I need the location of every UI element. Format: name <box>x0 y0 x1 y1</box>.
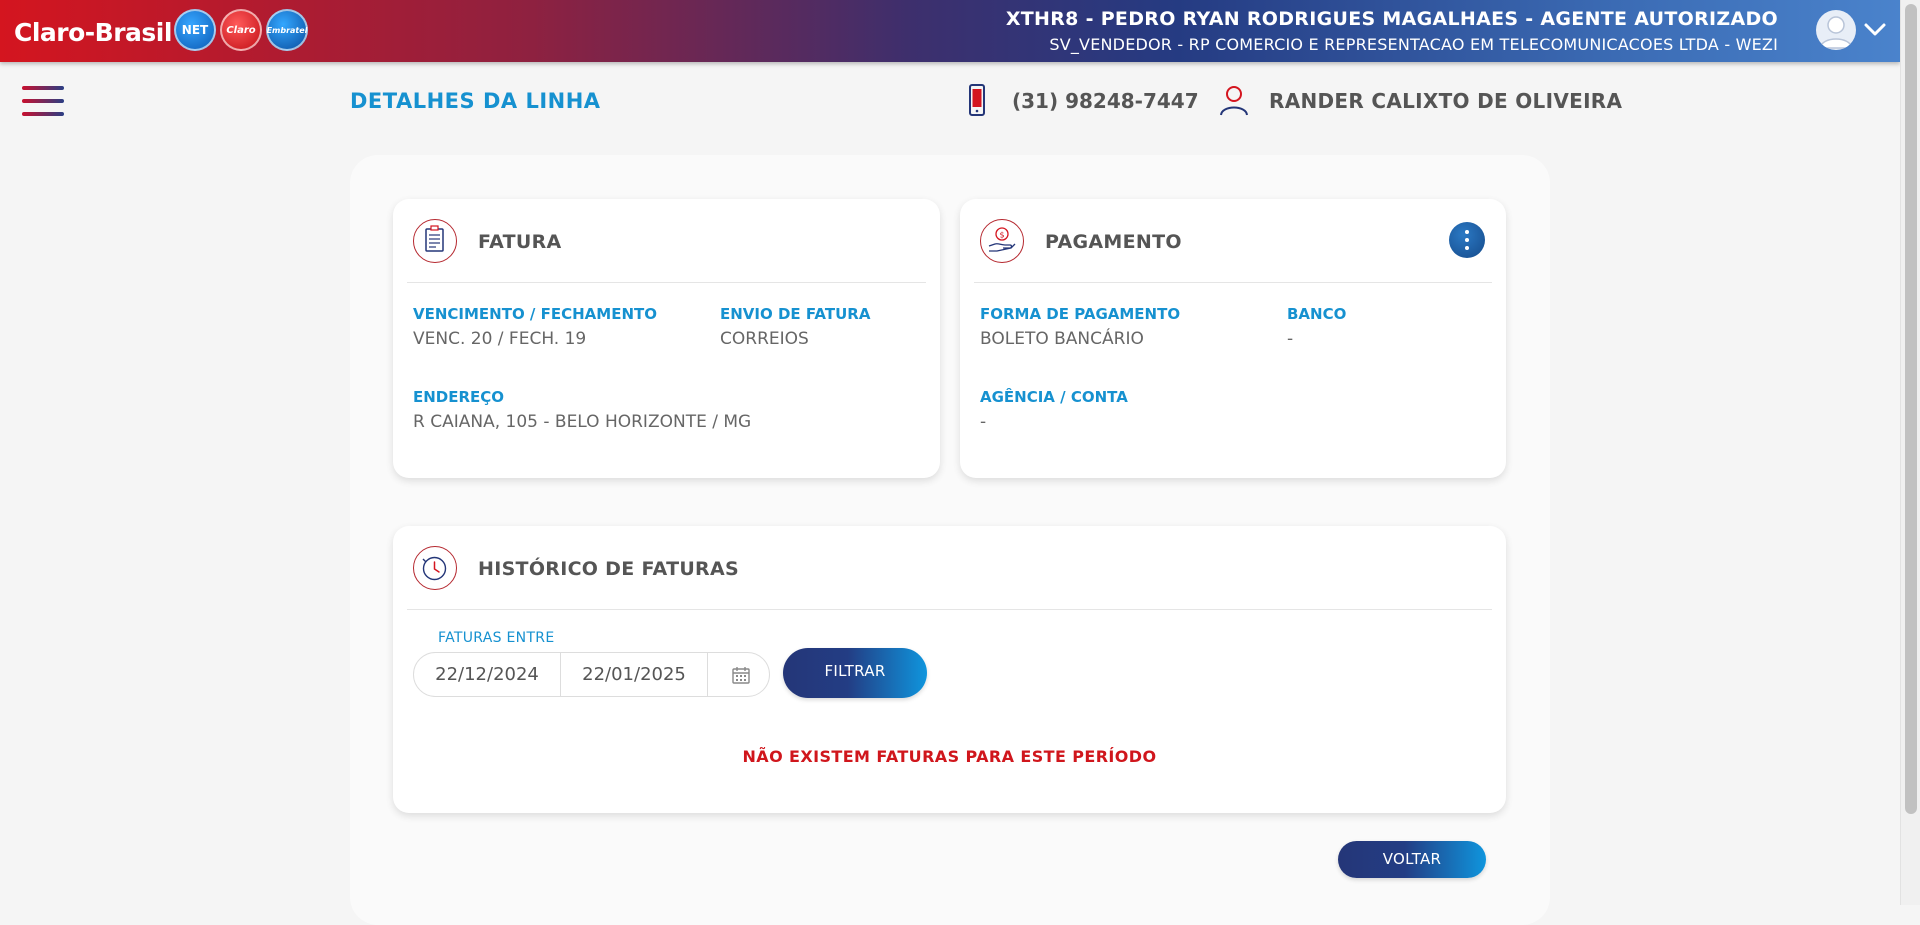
envio-fatura-value: CORREIOS <box>720 329 809 349</box>
user-avatar-icon[interactable] <box>1816 10 1856 50</box>
agent-company: SV_VENDEDOR - RP COMERCIO E REPRESENTACA… <box>1049 35 1778 54</box>
date-separator <box>707 653 708 696</box>
date-from-input[interactable] <box>414 653 560 696</box>
forma-pagamento-label: FORMA DE PAGAMENTO <box>980 305 1181 323</box>
calendar-icon[interactable] <box>732 666 750 684</box>
pagamento-card: $ PAGAMENTO FORMA DE PAGAMENTO BOLETO BA… <box>960 199 1506 478</box>
top-navigation-bar: Claro-Brasil NET Claro Embratel XTHR8 - … <box>0 0 1900 62</box>
agencia-conta-value: - <box>980 412 987 432</box>
fatura-title: FATURA <box>478 231 562 253</box>
date-to-input[interactable] <box>561 653 707 696</box>
date-range-picker <box>413 652 770 697</box>
customer-phone-number: (31) 98248-7447 <box>1012 89 1199 113</box>
mobile-phone-icon <box>969 84 985 116</box>
endereco-value: R CAIANA, 105 - BELO HORIZONTE / MG <box>413 412 752 432</box>
voltar-button[interactable]: VOLTAR <box>1338 841 1486 878</box>
hamburger-menu-icon[interactable] <box>22 86 64 120</box>
empty-invoices-message: NÃO EXISTEM FATURAS PARA ESTE PERÍODO <box>742 747 1157 766</box>
card-divider <box>974 282 1492 283</box>
svg-text:$: $ <box>999 231 1004 240</box>
scrollbar-thumb[interactable] <box>1905 4 1917 814</box>
pagamento-title: PAGAMENTO <box>1045 231 1182 253</box>
faturas-entre-label: FATURAS ENTRE <box>438 630 555 646</box>
embratel-brand-logo: Embratel <box>266 9 308 51</box>
envio-fatura-label: ENVIO DE FATURA <box>720 305 871 323</box>
agent-name: XTHR8 - PEDRO RYAN RODRIGUES MAGALHAES -… <box>1005 8 1778 30</box>
endereco-label: ENDEREÇO <box>413 388 505 406</box>
agencia-conta-label: AGÊNCIA / CONTA <box>980 388 1128 406</box>
chevron-down-icon[interactable] <box>1863 17 1887 41</box>
banco-value: - <box>1287 329 1294 349</box>
card-divider <box>407 282 926 283</box>
claro-brand-logo: Claro <box>220 9 262 51</box>
vencimento-value: VENC. 20 / FECH. 19 <box>413 329 587 349</box>
banco-label: BANCO <box>1287 305 1347 323</box>
vencimento-label: VENCIMENTO / FECHAMENTO <box>413 305 658 323</box>
filtrar-button[interactable]: FILTRAR <box>783 648 927 698</box>
page-scrollbar[interactable] <box>1900 0 1920 905</box>
payment-hand-coin-icon: $ <box>980 219 1024 263</box>
person-silhouette-icon <box>1819 16 1853 49</box>
net-brand-logo: NET <box>174 9 216 51</box>
historico-title: HISTÓRICO DE FATURAS <box>478 558 739 580</box>
history-clock-icon <box>413 546 457 590</box>
forma-pagamento-value: BOLETO BANCÁRIO <box>980 329 1144 349</box>
customer-name: RANDER CALIXTO DE OLIVEIRA <box>1269 89 1623 113</box>
invoice-icon <box>413 219 457 263</box>
payment-options-kebab-icon[interactable] <box>1449 222 1485 258</box>
card-divider <box>407 609 1492 610</box>
claro-brasil-logo: Claro-Brasil <box>14 18 172 47</box>
fatura-card: FATURA VENCIMENTO / FECHAMENTO VENC. 20 … <box>393 199 940 478</box>
customer-user-icon <box>1220 86 1248 116</box>
page-title: DETALHES DA LINHA <box>350 89 601 113</box>
